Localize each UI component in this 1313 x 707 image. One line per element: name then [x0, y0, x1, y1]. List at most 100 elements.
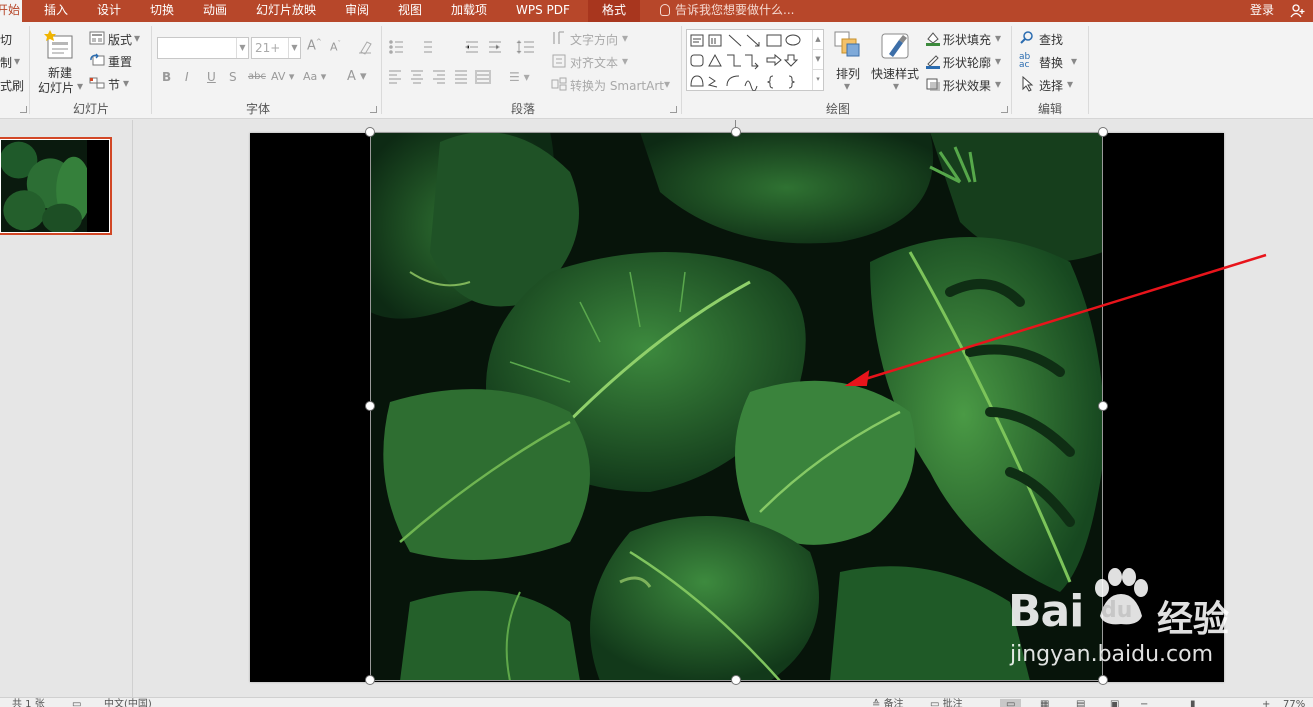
zoom-level[interactable]: 77% [1283, 699, 1305, 707]
slide-thumbnail-preview [1, 140, 109, 232]
zoom-slider-thumb[interactable]: ▮ [1190, 699, 1196, 707]
comments-button[interactable]: ▭ 批注 [930, 699, 963, 707]
char-spacing-icon[interactable]: AV ▾ [271, 70, 294, 83]
grow-font-icon[interactable]: A^ [307, 38, 322, 53]
tab-slideshow[interactable]: 幻灯片放映 [256, 0, 316, 22]
shape-effects-dropdown-icon[interactable]: ▾ [995, 77, 1001, 91]
leaf-photo-illustration [370, 132, 1103, 681]
copy-dropdown-icon[interactable]: ▾ [14, 54, 20, 68]
tab-addins[interactable]: 加载项 [451, 0, 487, 22]
section-button[interactable]: 节 [108, 76, 120, 93]
resize-handle-bottom-left[interactable] [365, 675, 375, 685]
smartart-dropdown-icon[interactable]: ▾ [664, 77, 670, 91]
find-button[interactable]: 查找 [1039, 31, 1063, 48]
shape-fill-dropdown-icon[interactable]: ▾ [995, 31, 1001, 45]
strikethrough-icon[interactable]: abc [248, 71, 266, 82]
text-direction-dropdown-icon[interactable]: ▾ [622, 31, 628, 45]
reading-view-button[interactable]: ▤ [1076, 699, 1085, 707]
section-icon [89, 77, 105, 89]
tell-me-text: 告诉我您想要做什么... [675, 3, 795, 17]
replace-dropdown-icon[interactable]: ▾ [1071, 54, 1077, 68]
shape-outline-dropdown-icon[interactable]: ▾ [995, 54, 1001, 68]
select-dropdown-icon[interactable]: ▾ [1067, 77, 1073, 91]
list-indent-icons[interactable] [388, 39, 548, 55]
quick-styles-icon[interactable] [879, 30, 913, 64]
resize-handle-left[interactable] [365, 401, 375, 411]
shape-effects-button[interactable]: 形状效果 [943, 77, 991, 94]
columns-icon[interactable]: ☰ ▾ [509, 70, 530, 84]
tab-view[interactable]: 视图 [398, 0, 422, 22]
resize-handle-top-left[interactable] [365, 127, 375, 137]
change-case-icon[interactable]: Aa ▾ [303, 70, 326, 83]
zoom-in-button[interactable]: + [1262, 699, 1270, 707]
tab-insert[interactable]: 插入 [44, 0, 68, 22]
format-painter-button[interactable]: 式刷 [0, 77, 24, 94]
tab-design[interactable]: 设计 [97, 0, 121, 22]
font-size-dropdown-icon[interactable]: ▼ [288, 38, 300, 58]
align-text-dropdown-icon[interactable]: ▾ [622, 54, 628, 68]
replace-button[interactable]: 替换 [1039, 54, 1063, 71]
copy-button[interactable]: 制 [0, 54, 12, 71]
tab-home[interactable]: 开始 [0, 0, 22, 22]
login-link[interactable]: 登录 [1250, 0, 1274, 21]
arrange-dropdown-icon[interactable]: ▾ [844, 79, 850, 93]
cut-button[interactable]: 切 [0, 31, 12, 48]
shape-fill-icon [926, 32, 940, 46]
new-slide-dropdown-icon[interactable]: ▾ [77, 79, 83, 93]
drawing-launcher-icon[interactable] [1001, 106, 1008, 113]
shadow-icon[interactable]: S [229, 70, 237, 84]
text-direction-button[interactable]: 文字方向 [570, 31, 618, 48]
font-name-dropdown-icon[interactable]: ▼ [236, 38, 248, 58]
convert-smartart-button[interactable]: 转换为 SmartArt [570, 77, 664, 94]
spell-check-icon[interactable]: ▭ [72, 699, 81, 707]
tab-format[interactable]: 格式 [588, 0, 641, 22]
bold-icon[interactable]: B [162, 70, 171, 84]
font-color-icon[interactable]: A ▾ [347, 69, 367, 84]
font-launcher-icon[interactable] [370, 106, 377, 113]
italic-icon[interactable]: I [185, 70, 189, 84]
align-text-button[interactable]: 对齐文本 [570, 54, 618, 71]
resize-handle-bottom[interactable] [731, 675, 741, 685]
font-size-combobox[interactable]: 21+ ▼ [251, 37, 301, 59]
reset-button[interactable]: 重置 [108, 53, 132, 70]
tab-transitions[interactable]: 切换 [150, 0, 174, 22]
slide-sorter-button[interactable]: ▦ [1040, 699, 1049, 707]
alignment-icons[interactable] [388, 69, 508, 85]
layout-button[interactable]: 版式 [108, 31, 132, 48]
shape-fill-button[interactable]: 形状填充 [943, 31, 991, 48]
resize-handle-top-right[interactable] [1098, 127, 1108, 137]
monstera-leaves-photo[interactable] [370, 132, 1103, 681]
paragraph-launcher-icon[interactable] [670, 106, 677, 113]
shapes-gallery-scroll[interactable]: ▲ ▼ ▾ [812, 30, 823, 90]
section-dropdown-icon[interactable]: ▾ [123, 76, 129, 90]
underline-icon[interactable]: U [207, 70, 216, 84]
font-name-combobox[interactable]: ▼ [157, 37, 249, 59]
slideshow-view-button[interactable]: ▣ [1110, 699, 1119, 707]
new-slide-icon[interactable] [44, 28, 76, 62]
clipboard-launcher-icon[interactable] [20, 106, 27, 113]
resize-handle-top[interactable] [731, 127, 741, 137]
slide-thumbnail-pane [0, 120, 133, 697]
quick-styles-dropdown-icon[interactable]: ▾ [893, 79, 899, 93]
shapes-gallery[interactable]: ▲ ▼ ▾ [686, 29, 824, 91]
arrange-icon[interactable] [833, 30, 863, 60]
layout-dropdown-icon[interactable]: ▾ [134, 31, 140, 45]
tell-me-search[interactable]: 告诉我您想要做什么... [660, 0, 794, 22]
language-indicator[interactable]: 中文(中国) [104, 699, 152, 707]
notes-button[interactable]: ≙ 备注 [872, 699, 904, 707]
zoom-out-button[interactable]: − [1140, 699, 1148, 707]
select-cursor-icon [1022, 76, 1034, 92]
clear-formatting-icon[interactable] [357, 39, 373, 55]
resize-handle-right[interactable] [1098, 401, 1108, 411]
shape-outline-button[interactable]: 形状轮廓 [943, 54, 991, 71]
new-slide-label-2[interactable]: 幻灯片 [38, 79, 74, 96]
slide-thumbnail[interactable] [0, 137, 112, 235]
tab-wps-pdf[interactable]: WPS PDF [516, 0, 570, 22]
normal-view-button[interactable]: ▭ [1000, 699, 1022, 707]
shrink-font-icon[interactable]: Aˇ [330, 40, 341, 54]
share-user-icon[interactable] [1290, 3, 1306, 19]
tab-animations[interactable]: 动画 [203, 0, 227, 22]
shapes-gallery-icons[interactable] [689, 31, 815, 91]
tab-review[interactable]: 审阅 [345, 0, 369, 22]
select-button[interactable]: 选择 [1039, 77, 1063, 94]
